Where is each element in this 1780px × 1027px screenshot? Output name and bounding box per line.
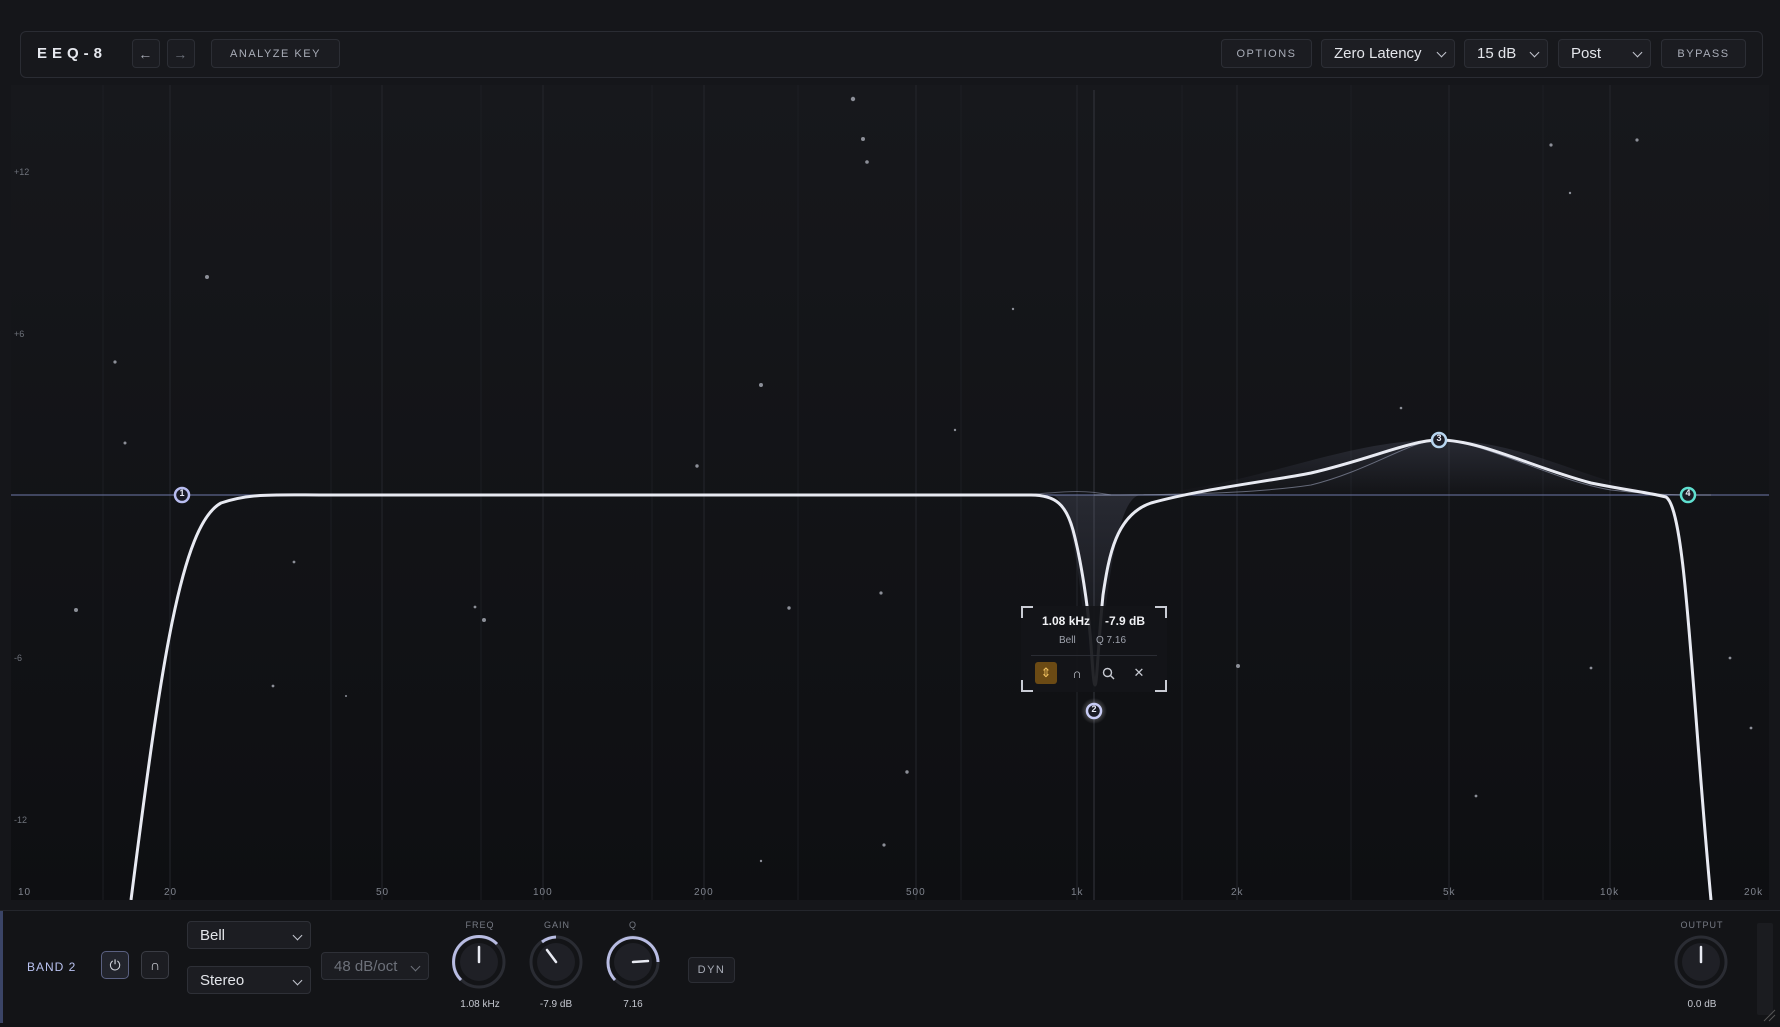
band-node-1-label: 1 bbox=[179, 488, 185, 498]
x-tick: 100 bbox=[533, 887, 553, 898]
band-node-3-label: 3 bbox=[1436, 433, 1442, 443]
eq-graph-canvas[interactable] bbox=[11, 85, 1769, 900]
search-icon[interactable] bbox=[1097, 662, 1119, 684]
freq-label: FREQ bbox=[465, 920, 495, 930]
x-tick: 50 bbox=[376, 887, 390, 898]
arrow-left-icon: ← bbox=[138, 45, 154, 62]
popup-type[interactable]: Bell bbox=[1059, 635, 1076, 646]
band-power-button[interactable]: ⏻ bbox=[101, 951, 129, 979]
x-tick: 2k bbox=[1231, 887, 1244, 898]
x-tick: 200 bbox=[694, 887, 714, 898]
y-tick: -12 bbox=[14, 815, 28, 825]
channel-select[interactable]: Stereo bbox=[187, 966, 311, 994]
band-panel: BAND 2 ⏻ ∩ Bell Stereo 48 dB/oct FREQ 1.… bbox=[0, 910, 1780, 1023]
resize-handle[interactable] bbox=[1762, 1008, 1776, 1022]
eq-plugin-window: EEQ-8 ← → ANALYZE KEY OPTIONS Zero Laten… bbox=[0, 0, 1780, 1023]
y-tick: -6 bbox=[14, 653, 23, 663]
mode-select-value: Post bbox=[1571, 45, 1602, 62]
output-label: OUTPUT bbox=[1680, 920, 1724, 930]
freq-value: 1.08 kHz bbox=[460, 999, 500, 1010]
band-node-2-label: 2 bbox=[1091, 704, 1097, 714]
undo-button[interactable]: ← bbox=[132, 39, 160, 68]
chevron-down-icon bbox=[1632, 47, 1643, 58]
slope-value: 48 dB/oct bbox=[334, 957, 398, 975]
gain-knob[interactable] bbox=[528, 934, 584, 990]
x-tick: 20 bbox=[164, 887, 178, 898]
y-tick: +6 bbox=[14, 329, 25, 339]
chevron-down-icon bbox=[1529, 47, 1540, 58]
band-node-4-label: 4 bbox=[1685, 488, 1691, 498]
headphones-icon[interactable]: ∩ bbox=[1066, 662, 1088, 684]
response-curve bbox=[129, 438, 1713, 900]
popup-gain[interactable]: -7.9 dB bbox=[1105, 614, 1145, 628]
popup-corner bbox=[1021, 606, 1033, 618]
output-knob[interactable] bbox=[1673, 934, 1729, 990]
x-tick: 10 bbox=[18, 887, 32, 898]
popup-corner bbox=[1155, 606, 1167, 618]
filter-type-select[interactable]: Bell bbox=[187, 921, 311, 949]
channel-value: Stereo bbox=[200, 971, 245, 989]
gain-value: -7.9 dB bbox=[539, 999, 573, 1010]
x-tick: 1k bbox=[1071, 887, 1084, 898]
dynamic-button[interactable]: DYN bbox=[688, 957, 735, 983]
latency-select[interactable]: Zero Latency bbox=[1321, 39, 1455, 68]
panel-accent bbox=[0, 911, 3, 1023]
popup-corner bbox=[1155, 680, 1167, 692]
filter-type-value: Bell bbox=[200, 926, 226, 944]
latency-select-value: Zero Latency bbox=[1334, 45, 1422, 62]
mode-select[interactable]: Post bbox=[1558, 39, 1651, 68]
x-tick: 20k bbox=[1744, 887, 1764, 898]
range-select[interactable]: 15 dB bbox=[1464, 39, 1548, 68]
x-tick: 10k bbox=[1600, 887, 1620, 898]
popup-q[interactable]: Q 7.16 bbox=[1096, 635, 1126, 646]
gain-label: GAIN bbox=[543, 920, 570, 930]
x-tick: 5k bbox=[1443, 887, 1456, 898]
power-icon: ⏻ bbox=[109, 956, 121, 973]
toolbar: EEQ-8 ← → ANALYZE KEY OPTIONS Zero Laten… bbox=[20, 31, 1763, 78]
chevron-down-icon bbox=[292, 930, 303, 941]
swap-icon[interactable]: ⇕ bbox=[1035, 662, 1057, 684]
q-knob[interactable] bbox=[605, 934, 661, 990]
options-button[interactable]: OPTIONS bbox=[1221, 39, 1312, 68]
band-solo-button[interactable]: ∩ bbox=[141, 951, 169, 979]
freq-knob[interactable] bbox=[451, 934, 507, 990]
app-title: EEQ-8 bbox=[37, 45, 108, 62]
popup-frequency[interactable]: 1.08 kHz bbox=[1042, 614, 1090, 628]
output-meter bbox=[1757, 923, 1773, 1015]
output-value: 0.0 dB bbox=[1687, 999, 1717, 1010]
q-label: Q bbox=[628, 920, 637, 930]
chevron-down-icon bbox=[1436, 47, 1447, 58]
chevron-down-icon bbox=[410, 961, 421, 972]
popup-divider bbox=[1031, 655, 1157, 656]
analyze-key-button[interactable]: ANALYZE KEY bbox=[211, 39, 340, 68]
eq-graph[interactable]: 1 2 3 4 +12 +6 -6 -12 10 20 50 100 200 5… bbox=[11, 85, 1769, 900]
headphones-icon: ∩ bbox=[149, 957, 161, 973]
band-label: BAND 2 bbox=[27, 960, 77, 974]
arrow-right-icon: → bbox=[173, 45, 189, 62]
range-select-value: 15 dB bbox=[1477, 45, 1517, 62]
q-value: 7.16 bbox=[623, 999, 643, 1010]
close-icon[interactable]: ✕ bbox=[1128, 662, 1150, 684]
popup-corner bbox=[1021, 680, 1033, 692]
y-tick: +12 bbox=[14, 167, 30, 177]
redo-button[interactable]: → bbox=[167, 39, 195, 68]
x-tick: 500 bbox=[906, 887, 926, 898]
bypass-button[interactable]: BYPASS bbox=[1661, 39, 1746, 68]
band-popup: 1.08 kHz -7.9 dB Bell Q 7.16 ⇕ ∩ ✕ bbox=[1021, 606, 1167, 692]
chevron-down-icon bbox=[292, 975, 303, 986]
slope-select[interactable]: 48 dB/oct bbox=[321, 952, 429, 980]
